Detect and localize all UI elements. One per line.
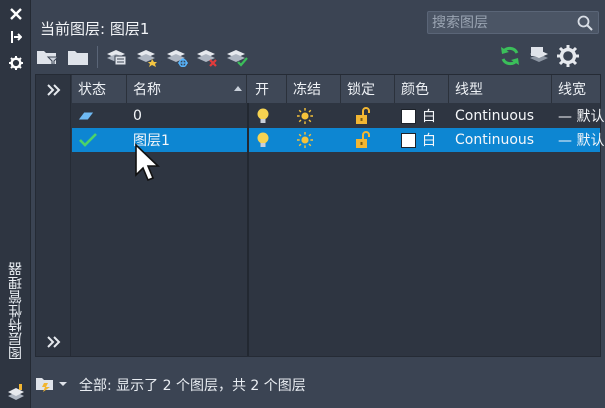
layer-states-manager-icon[interactable] xyxy=(104,45,130,69)
palette-title-text: 图层特性管理器 xyxy=(7,262,24,360)
search-icon[interactable] xyxy=(576,14,594,32)
color-swatch xyxy=(401,108,416,124)
layer-freeze-cell[interactable] xyxy=(287,104,341,128)
palette-title-bar: 图层特性管理器 xyxy=(0,0,31,408)
layer-on-cell[interactable] xyxy=(249,128,287,152)
layer-list-panel: 状态 名称 开 冻结 锁定 颜色 线型 线宽 0 白 Continuous — … xyxy=(35,74,604,357)
sun-icon xyxy=(297,131,313,149)
layer-freeze-cell[interactable] xyxy=(287,128,341,152)
status-bar: 全部: 显示了 2 个图层，共 2 个图层 xyxy=(35,374,306,396)
layer-lineweight-cell[interactable]: — 默认 xyxy=(552,128,604,152)
filter-tree-pane xyxy=(36,75,71,356)
pin-icon[interactable] xyxy=(0,27,31,47)
column-header-freeze[interactable]: 冻结 xyxy=(287,75,341,103)
delete-layer-icon[interactable] xyxy=(194,45,220,69)
layer-toolbar-right xyxy=(497,44,584,68)
layer-settings-icon[interactable] xyxy=(526,44,552,68)
palette-title: 图层特性管理器 xyxy=(0,250,31,372)
layer-on-cell[interactable] xyxy=(249,104,287,128)
column-header-lock[interactable]: 锁定 xyxy=(341,75,395,103)
column-header-linetype[interactable]: 线型 xyxy=(449,75,552,103)
set-current-icon[interactable] xyxy=(224,45,250,69)
layer-icon xyxy=(78,107,94,125)
new-group-filter-icon[interactable] xyxy=(65,45,91,69)
layer-stack-icon[interactable] xyxy=(0,382,31,404)
bulb-on-icon xyxy=(255,131,271,149)
layer-lock-cell[interactable] xyxy=(341,104,395,128)
current-layer-label: 当前图层: 图层1 xyxy=(40,20,150,38)
settings-icon[interactable] xyxy=(0,53,31,73)
toolbar-divider xyxy=(97,46,98,68)
layer-linetype-cell[interactable]: Continuous xyxy=(449,104,552,128)
refresh-icon[interactable] xyxy=(497,44,523,68)
layer-lineweight-cell[interactable]: — 默认 xyxy=(552,104,604,128)
double-chevron-right-icon xyxy=(46,84,60,96)
column-header-color[interactable]: 颜色 xyxy=(395,75,449,103)
double-chevron-right-icon xyxy=(46,336,60,348)
new-property-filter-icon[interactable] xyxy=(35,45,61,69)
layer-color-cell[interactable]: 白 xyxy=(395,104,449,128)
search-box[interactable] xyxy=(427,11,599,34)
expand-filter-pane-button[interactable] xyxy=(36,77,71,103)
layer-status-cell xyxy=(72,104,127,128)
current-check-icon xyxy=(78,131,98,149)
layer-name-cell[interactable]: 0 xyxy=(127,104,247,128)
new-layer-vp-frozen-icon[interactable] xyxy=(164,45,190,69)
sun-icon xyxy=(297,107,313,125)
column-header-name[interactable]: 名称 xyxy=(127,75,247,103)
bulb-on-icon xyxy=(255,107,271,125)
layer-color-name: 白 xyxy=(422,109,436,125)
unlock-icon xyxy=(355,131,371,149)
new-layer-icon[interactable] xyxy=(134,45,160,69)
filter-dropdown-icon[interactable] xyxy=(35,374,67,396)
unlock-icon xyxy=(355,107,371,125)
layer-color-cell[interactable]: 白 xyxy=(395,128,449,152)
column-header-name-label: 名称 xyxy=(133,82,161,98)
layer-toolbar xyxy=(35,44,254,70)
layer-lock-cell[interactable] xyxy=(341,128,395,152)
sort-ascending-icon xyxy=(234,86,242,91)
layer-properties-manager: 当前图层: 图层1 搜索图层 状态 名称 开 冻结 锁定 颜色 线型 线宽 0 … xyxy=(31,0,605,408)
status-text: 全部: 显示了 2 个图层，共 2 个图层 xyxy=(79,378,306,394)
frozen-column-divider xyxy=(247,103,249,356)
layer-status-cell xyxy=(72,128,127,152)
expand-filter-pane-button-bottom[interactable] xyxy=(36,329,71,355)
column-header-on[interactable]: 开 xyxy=(249,75,287,103)
gear-icon[interactable] xyxy=(555,44,581,68)
layer-grid: 状态 名称 开 冻结 锁定 颜色 线型 线宽 0 白 Continuous — … xyxy=(72,75,604,356)
search-input[interactable] xyxy=(428,12,568,33)
layer-color-name: 白 xyxy=(422,133,436,149)
close-icon[interactable] xyxy=(0,4,31,24)
column-header-lineweight[interactable]: 线宽 xyxy=(552,75,600,103)
mouse-cursor-icon xyxy=(134,143,160,183)
grid-header: 状态 名称 开 冻结 锁定 颜色 线型 线宽 xyxy=(72,75,600,103)
column-header-status[interactable]: 状态 xyxy=(72,75,127,103)
layer-linetype-cell[interactable]: Continuous xyxy=(449,128,552,152)
table-row[interactable]: 0 白 Continuous — 默认 xyxy=(72,104,604,128)
color-swatch xyxy=(401,132,416,148)
